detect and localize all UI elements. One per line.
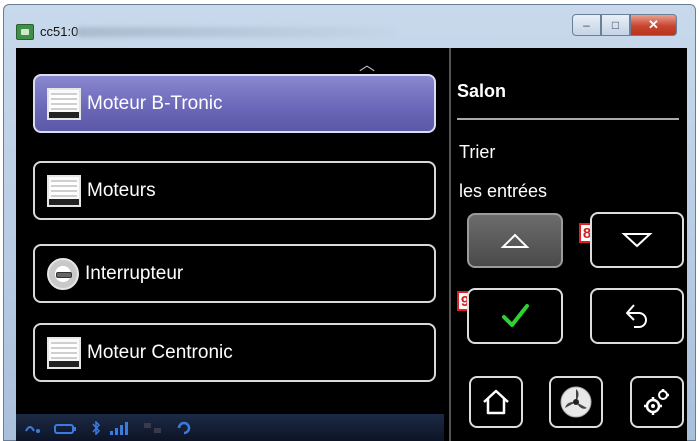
app-icon bbox=[16, 24, 34, 40]
minimize-button[interactable]: – bbox=[572, 14, 601, 36]
network-icon bbox=[144, 423, 161, 433]
battery-icon bbox=[54, 424, 76, 434]
maximize-icon: □ bbox=[611, 18, 620, 32]
settings-button[interactable] bbox=[630, 376, 684, 428]
home-icon bbox=[483, 389, 509, 415]
room-title: Salon bbox=[457, 81, 507, 101]
list-item-interrupteur[interactable]: Interrupteur bbox=[33, 244, 436, 303]
title-blurred-text bbox=[76, 27, 396, 37]
signal-bars-icon bbox=[110, 422, 128, 435]
list-item-moteur-b-tronic[interactable]: Moteur B-Tronic bbox=[33, 74, 436, 133]
list-item-label: Interrupteur bbox=[85, 262, 184, 284]
triangle-down-icon bbox=[621, 233, 653, 248]
signal-icon bbox=[25, 426, 40, 433]
minimize-icon: – bbox=[583, 18, 590, 32]
shutter-icon bbox=[47, 174, 81, 207]
close-icon: ✕ bbox=[648, 17, 659, 32]
bluetooth-icon bbox=[92, 421, 101, 435]
fan-button[interactable] bbox=[549, 376, 603, 428]
side-panel: Salon Trier les entrées 8 9 bbox=[453, 48, 687, 441]
settings-gears-icon bbox=[644, 389, 669, 415]
fan-icon bbox=[560, 386, 592, 418]
device-screen: ︿ Moteur B-Tronic Moteurs Interrupteur M… bbox=[16, 48, 687, 441]
window-controls: – □ ✕ bbox=[572, 14, 677, 36]
list-item-label: Moteur B-Tronic bbox=[87, 92, 223, 114]
checkmark-icon bbox=[502, 304, 529, 327]
entries-list: ︿ Moteur B-Tronic Moteurs Interrupteur M… bbox=[16, 48, 444, 441]
sort-label-line2: les entrées bbox=[459, 181, 548, 201]
scroll-up-chevron-icon[interactable]: ︿ bbox=[356, 56, 378, 76]
switch-icon bbox=[47, 257, 79, 290]
app-window: cc51:0 – □ ✕ ︿ Moteur B-Tronic Moteurs I… bbox=[3, 4, 696, 441]
list-item-moteur-centronic[interactable]: Moteur Centronic bbox=[33, 323, 436, 382]
window-title: cc51:0 bbox=[40, 24, 79, 39]
status-bar bbox=[16, 414, 444, 441]
maximize-button[interactable]: □ bbox=[601, 14, 630, 36]
home-button[interactable] bbox=[469, 376, 523, 428]
back-arrow-icon bbox=[626, 304, 647, 328]
pane-divider bbox=[449, 48, 451, 441]
triangle-up-icon bbox=[500, 233, 530, 248]
move-up-button[interactable] bbox=[467, 213, 563, 268]
move-down-button[interactable] bbox=[590, 212, 684, 268]
shutter-icon bbox=[47, 336, 81, 369]
list-item-label: Moteurs bbox=[87, 179, 156, 201]
sort-label-line1: Trier bbox=[459, 142, 496, 162]
back-button[interactable] bbox=[590, 288, 684, 344]
confirm-button[interactable] bbox=[467, 288, 563, 344]
separator-line bbox=[457, 118, 679, 120]
close-button[interactable]: ✕ bbox=[630, 14, 677, 36]
sync-icon[interactable] bbox=[176, 421, 192, 435]
shutter-icon bbox=[47, 87, 81, 120]
list-item-label: Moteur Centronic bbox=[87, 341, 233, 363]
list-item-moteurs[interactable]: Moteurs bbox=[33, 161, 436, 220]
title-bar[interactable]: cc51:0 – □ ✕ bbox=[4, 5, 695, 49]
